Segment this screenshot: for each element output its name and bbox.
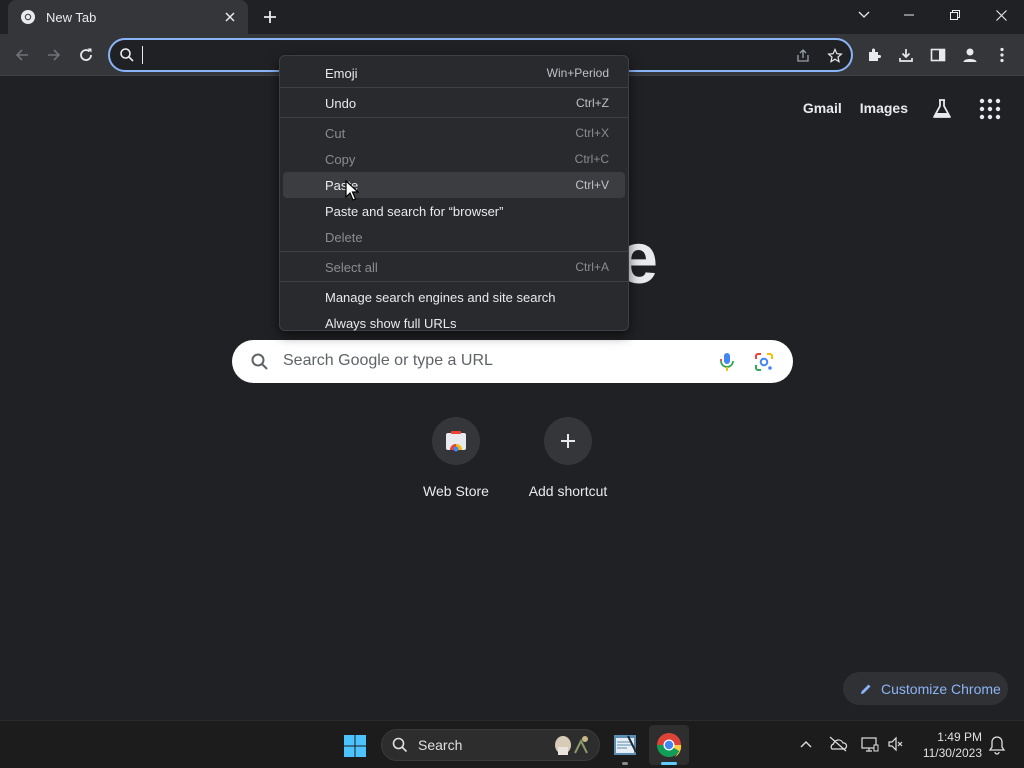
reload-icon[interactable] bbox=[72, 41, 100, 69]
taskbar-search-label: Search bbox=[418, 737, 463, 753]
notification-bell-icon[interactable] bbox=[987, 735, 1007, 755]
menu-item-label: Paste bbox=[325, 177, 359, 193]
customize-label: Customize Chrome bbox=[881, 680, 1001, 697]
extensions-icon[interactable] bbox=[860, 41, 888, 69]
close-icon[interactable] bbox=[222, 9, 238, 25]
clock-time: 1:49 PM bbox=[937, 730, 982, 744]
ntp-header-links: Gmail Images bbox=[803, 100, 908, 116]
taskbar-clock[interactable]: 1:49 PM 11/30/2023 bbox=[912, 729, 982, 761]
share-icon[interactable] bbox=[792, 45, 814, 67]
ntp-search-input[interactable]: Search Google or type a URL bbox=[283, 352, 493, 370]
onedrive-offline-icon[interactable] bbox=[827, 733, 849, 755]
menu-item-delete[interactable]: Delete bbox=[283, 224, 625, 250]
download-icon[interactable] bbox=[892, 41, 920, 69]
search-icon bbox=[392, 737, 408, 753]
volume-muted-icon[interactable] bbox=[885, 733, 907, 755]
menu-separator bbox=[280, 251, 628, 252]
mouse-pointer-icon bbox=[345, 180, 359, 201]
menu-item-manage-search-engines[interactable]: Manage search engines and site search bbox=[283, 284, 625, 310]
chrome-icon bbox=[657, 733, 682, 758]
menu-item-shortcut: Ctrl+X bbox=[575, 126, 609, 140]
menu-separator bbox=[280, 281, 628, 282]
tab-strip: New Tab bbox=[0, 0, 1024, 34]
shortcut-web-store[interactable]: Web Store bbox=[400, 417, 512, 499]
google-lens-icon[interactable] bbox=[753, 351, 775, 373]
search-highlight-icon bbox=[555, 736, 588, 755]
new-tab-button[interactable] bbox=[256, 5, 284, 29]
star-icon[interactable] bbox=[824, 45, 846, 67]
context-menu: Emoji Win+Period Undo Ctrl+Z Cut Ctrl+X … bbox=[279, 55, 629, 331]
close-window-button[interactable] bbox=[978, 0, 1024, 30]
apps-grid-icon[interactable] bbox=[979, 98, 1001, 120]
side-panel-icon[interactable] bbox=[924, 41, 952, 69]
shortcut-tile bbox=[432, 417, 480, 465]
menu-item-label: Emoji bbox=[325, 65, 358, 81]
menu-item-label: Copy bbox=[325, 151, 356, 167]
shortcut-add[interactable]: Add shortcut bbox=[512, 417, 624, 499]
text-caret bbox=[142, 46, 143, 64]
shortcut-label: Add shortcut bbox=[528, 483, 608, 499]
tab-title: New Tab bbox=[46, 9, 97, 25]
menu-item-label: Cut bbox=[325, 125, 346, 141]
menu-dots-icon[interactable] bbox=[988, 41, 1016, 69]
window-controls bbox=[886, 0, 1024, 34]
shortcut-tile bbox=[544, 417, 592, 465]
search-icon bbox=[120, 48, 134, 62]
labs-flask-icon[interactable] bbox=[930, 97, 954, 121]
ntp-search-box[interactable]: Search Google or type a URL bbox=[232, 340, 793, 383]
menu-item-shortcut: Ctrl+V bbox=[575, 178, 609, 192]
menu-item-copy[interactable]: Copy Ctrl+C bbox=[283, 146, 625, 172]
search-icon bbox=[251, 353, 268, 370]
taskbar: Search 1:49 PM 11/30/2023 bbox=[0, 720, 1024, 768]
clock-date: 11/30/2023 bbox=[922, 746, 982, 760]
microphone-icon[interactable] bbox=[717, 351, 737, 373]
chrome-icon bbox=[21, 10, 35, 24]
plus-icon bbox=[561, 434, 575, 448]
menu-item-cut[interactable]: Cut Ctrl+X bbox=[283, 120, 625, 146]
network-icon[interactable] bbox=[859, 733, 881, 755]
customize-chrome-button[interactable]: Customize Chrome bbox=[843, 672, 1008, 705]
menu-item-shortcut: Ctrl+C bbox=[574, 152, 609, 166]
menu-item-label: Select all bbox=[325, 259, 378, 275]
chevron-up-icon[interactable] bbox=[795, 733, 817, 755]
menu-item-label: Manage search engines and site search bbox=[325, 289, 556, 305]
menu-item-undo[interactable]: Undo Ctrl+Z bbox=[283, 90, 625, 116]
menu-item-label: Paste and search for “browser” bbox=[325, 203, 504, 219]
shortcut-label: Web Store bbox=[423, 483, 489, 499]
menu-item-always-show-full-urls[interactable]: Always show full URLs bbox=[283, 310, 625, 336]
menu-item-label: Delete bbox=[325, 229, 363, 245]
web-store-icon bbox=[446, 431, 466, 452]
pencil-icon bbox=[861, 684, 871, 694]
forward-arrow-icon[interactable] bbox=[40, 41, 68, 69]
menu-item-label: Undo bbox=[325, 95, 357, 111]
task-indicator bbox=[661, 762, 677, 765]
menu-item-emoji[interactable]: Emoji Win+Period bbox=[283, 60, 625, 86]
notepad-app-icon bbox=[614, 735, 637, 755]
tab-new-tab[interactable]: New Tab bbox=[8, 0, 248, 34]
menu-item-paste[interactable]: Paste Ctrl+V bbox=[283, 172, 625, 198]
menu-item-label: Always show full URLs bbox=[325, 315, 457, 331]
menu-item-shortcut: Win+Period bbox=[546, 66, 609, 80]
minimize-button[interactable] bbox=[886, 0, 932, 30]
menu-item-shortcut: Ctrl+Z bbox=[576, 96, 609, 110]
profile-icon[interactable] bbox=[956, 41, 984, 69]
menu-item-paste-and-search[interactable]: Paste and search for “browser” bbox=[283, 198, 625, 224]
chevron-down-icon[interactable] bbox=[846, 0, 882, 30]
menu-item-select-all[interactable]: Select all Ctrl+A bbox=[283, 254, 625, 280]
taskbar-app-notepad[interactable] bbox=[605, 725, 645, 765]
menu-item-shortcut: Ctrl+A bbox=[575, 260, 609, 274]
task-indicator bbox=[622, 762, 628, 765]
windows-start-icon[interactable] bbox=[340, 731, 370, 761]
taskbar-search[interactable]: Search bbox=[381, 729, 600, 761]
images-link[interactable]: Images bbox=[860, 100, 908, 116]
taskbar-app-chrome[interactable] bbox=[649, 725, 689, 765]
menu-separator bbox=[280, 117, 628, 118]
menu-separator bbox=[280, 87, 628, 88]
gmail-link[interactable]: Gmail bbox=[803, 100, 842, 116]
restore-button[interactable] bbox=[932, 0, 978, 30]
back-arrow-icon[interactable] bbox=[8, 41, 36, 69]
